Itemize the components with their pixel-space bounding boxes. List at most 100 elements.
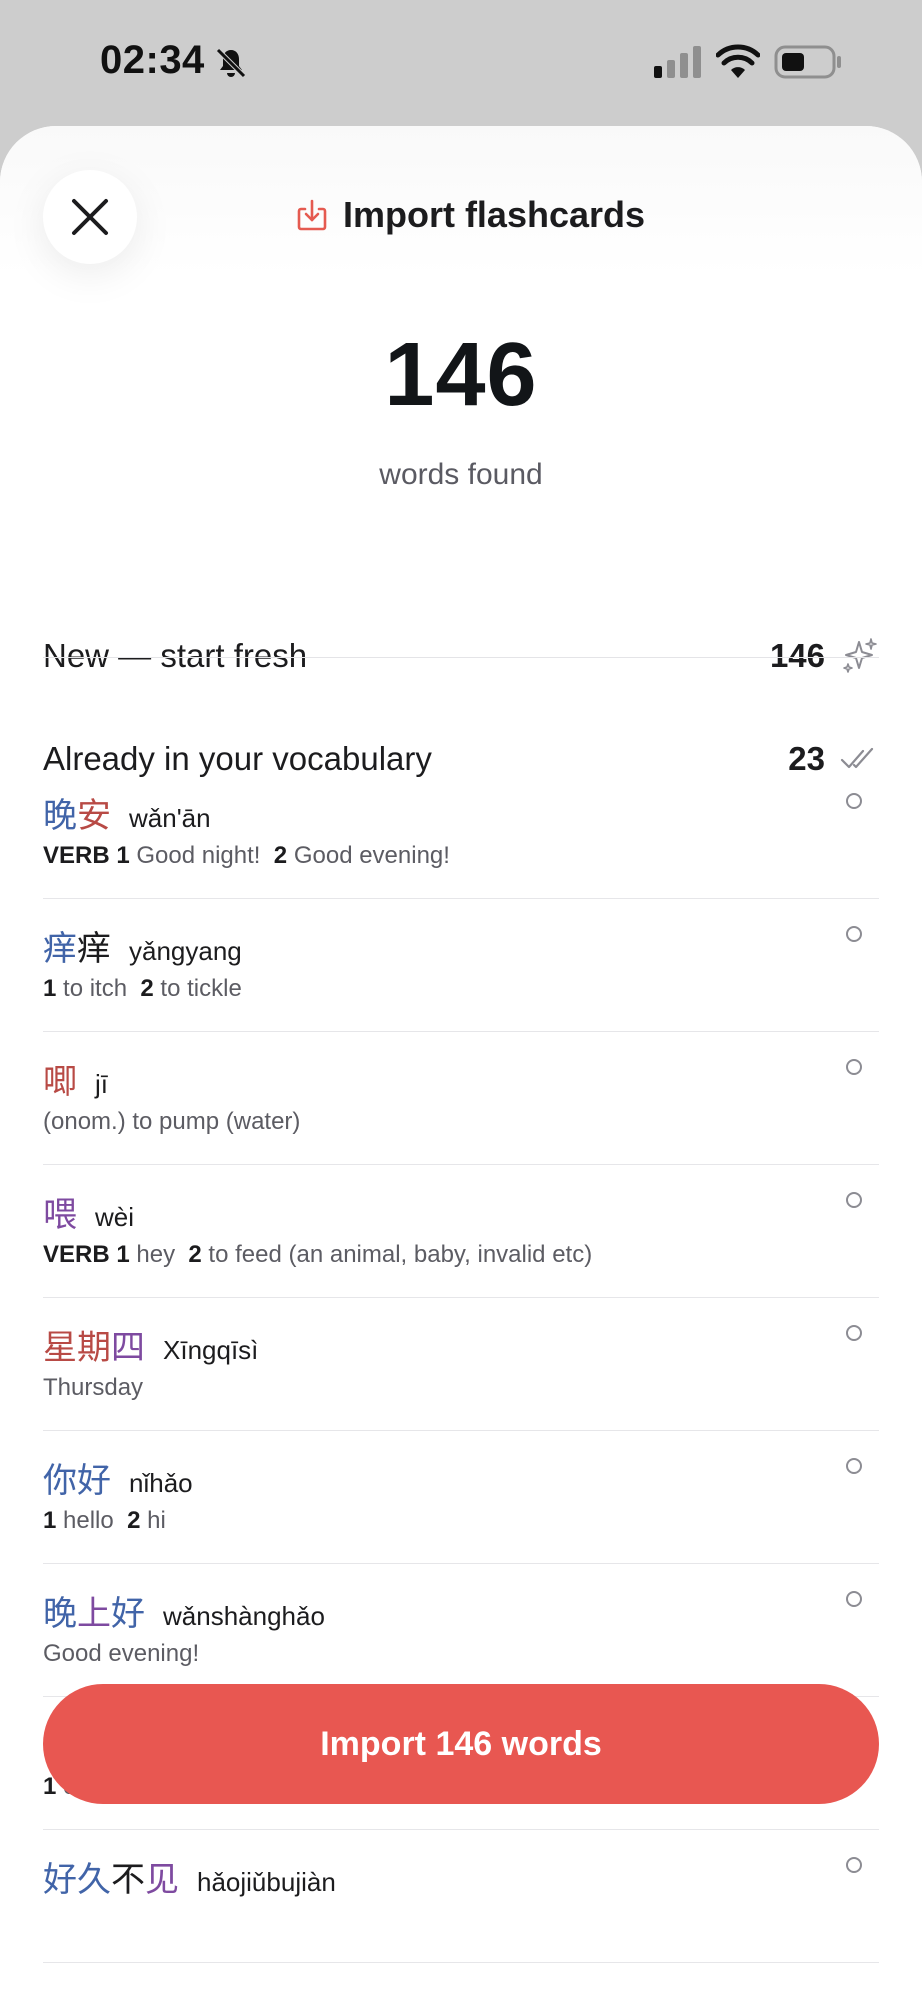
word-hanzi: 痒痒 xyxy=(43,921,111,970)
cellular-signal-icon xyxy=(654,46,701,78)
word-pinyin: wǎn'ān xyxy=(129,803,211,833)
definition-text: Good evening! xyxy=(287,842,450,869)
words-found-label: words found xyxy=(379,458,543,491)
word-definition: VERB 1 hey 2 to feed (an animal, baby, i… xyxy=(43,1241,592,1269)
hanzi-char: 四 xyxy=(111,1328,145,1368)
wifi-icon xyxy=(716,44,760,78)
word-definition: (onom.) to pump (water) xyxy=(43,1108,300,1136)
select-radio[interactable] xyxy=(846,926,862,942)
hanzi-char: 好 xyxy=(111,1594,145,1634)
battery-icon xyxy=(774,45,841,79)
word-heading: 痒痒 yǎngyang xyxy=(43,921,242,970)
definition-text: Thursday xyxy=(43,1374,144,1401)
word-definition: VERB 1 Good night! 2 Good evening! xyxy=(43,842,450,870)
hanzi-char: 晚 xyxy=(43,1594,77,1634)
definition-marker: VERB 1 xyxy=(43,842,130,869)
word-definition: Good evening! xyxy=(43,1640,199,1668)
word-hanzi: 喂 xyxy=(43,1187,77,1236)
word-list-item[interactable]: 晚安 wǎn'ān VERB 1 Good night! 2 Good evenin… xyxy=(43,766,879,899)
hanzi-char: 久 xyxy=(77,1860,111,1900)
word-list-item[interactable]: 喂 wèi VERB 1 hey 2 to feed (an animal, bab… xyxy=(43,1165,879,1298)
select-radio[interactable] xyxy=(846,1857,862,1873)
word-heading: 星期四 Xīngqīsì xyxy=(43,1320,258,1369)
word-list-item[interactable]: 唧 jī (onom.) to pump (water) xyxy=(43,1032,879,1165)
bell-slash-icon xyxy=(216,48,246,78)
hanzi-char: 好 xyxy=(77,1461,111,1501)
select-radio[interactable] xyxy=(846,1591,862,1607)
word-heading: 晚安 wǎn'ān xyxy=(43,788,211,837)
word-heading: 你好 nǐhǎo xyxy=(43,1453,193,1502)
word-definition: 1 to itch 2 to tickle xyxy=(43,975,242,1003)
hanzi-char: 唧 xyxy=(43,1062,77,1102)
word-heading: 喂 wèi xyxy=(43,1187,134,1236)
hanzi-char: 星 xyxy=(43,1328,77,1368)
page-title-text: Import flashcards xyxy=(342,194,646,235)
definition-marker: 2 xyxy=(188,1241,202,1268)
word-hanzi: 好久不见 xyxy=(43,1852,179,1901)
word-definition: Thursday xyxy=(43,1374,143,1402)
word-heading: 好久不见 hǎojiǔbujiàn xyxy=(43,1852,336,1901)
definition-text: hi xyxy=(140,1507,166,1534)
sparkles-icon xyxy=(843,638,877,673)
word-pinyin: nǐhǎo xyxy=(129,1468,193,1498)
word-pinyin: wǎnshànghǎo xyxy=(163,1601,325,1631)
word-pinyin: wèi xyxy=(95,1202,135,1232)
summary-row-new: New — start fresh 146 xyxy=(43,606,879,706)
word-pinyin: jī xyxy=(95,1069,108,1099)
word-list-item[interactable]: 晚上好 wǎnshànghǎo Good evening! xyxy=(43,1564,879,1697)
page-title: Import flashcards xyxy=(0,194,922,236)
hanzi-char: 上 xyxy=(77,1594,111,1634)
summary-divider xyxy=(43,657,879,658)
word-hanzi: 你好 xyxy=(43,1453,111,1502)
definition-text: Good evening! xyxy=(43,1640,200,1667)
definition-text: to feed (an animal, baby, invalid etc) xyxy=(201,1241,593,1268)
new-label: New — start fresh xyxy=(43,637,308,674)
definition-text: (onom.) to pump (water) xyxy=(43,1108,301,1135)
hanzi-char: 晚 xyxy=(43,796,77,836)
hanzi-char: 痒 xyxy=(77,929,111,969)
definition-marker: VERB 1 xyxy=(43,1241,130,1268)
status-time: 02:34 xyxy=(100,38,205,82)
hanzi-char: 喂 xyxy=(43,1195,77,1235)
word-heading: 晚上好 wǎnshànghǎo xyxy=(43,1586,325,1635)
definition-marker: 2 xyxy=(273,842,288,869)
hanzi-char: 不 xyxy=(111,1860,145,1900)
import-icon xyxy=(297,199,327,231)
definition-text: hey xyxy=(129,1241,189,1268)
word-list-item[interactable]: 你好 nǐhǎo 1 hello 2 hi xyxy=(43,1431,879,1564)
select-radio[interactable] xyxy=(846,793,862,809)
new-count: 146 xyxy=(769,637,825,674)
select-radio[interactable] xyxy=(846,1458,862,1474)
word-hanzi: 晚安 xyxy=(43,788,111,837)
select-radio[interactable] xyxy=(846,1059,862,1075)
word-list-item[interactable]: 星期四 Xīngqīsì Thursday xyxy=(43,1298,879,1431)
hanzi-char: 期 xyxy=(77,1328,111,1368)
word-definition: 1 hello 2 hi xyxy=(43,1507,166,1535)
select-radio[interactable] xyxy=(846,1325,862,1341)
definition-text: to tickle xyxy=(153,975,242,1002)
hanzi-char: 好 xyxy=(43,1860,77,1900)
word-hanzi: 唧 xyxy=(43,1054,77,1103)
word-pinyin: Xīngqīsì xyxy=(163,1335,259,1365)
hanzi-char: 你 xyxy=(43,1461,77,1501)
word-hanzi: 晚上好 xyxy=(43,1586,145,1635)
word-heading: 唧 jī xyxy=(43,1054,108,1103)
definition-marker: 2 xyxy=(127,1507,141,1534)
definition-marker: 1 xyxy=(43,975,57,1002)
hanzi-char: 见 xyxy=(145,1860,179,1900)
definition-text: to itch xyxy=(56,975,141,1002)
definition-text: hello xyxy=(56,1507,128,1534)
words-found-count: 146 xyxy=(384,325,538,425)
word-list-item[interactable]: 好久不见 hǎojiǔbujiàn xyxy=(43,1830,879,1963)
select-radio[interactable] xyxy=(846,1192,862,1208)
word-list-item[interactable]: 痒痒 yǎngyang 1 to itch 2 to tickle xyxy=(43,899,879,1032)
word-pinyin: yǎngyang xyxy=(129,936,242,966)
hanzi-char: 痒 xyxy=(43,929,77,969)
definition-marker: 1 xyxy=(43,1507,57,1534)
definition-text: Good night! xyxy=(129,842,274,869)
import-button[interactable]: Import 146 words xyxy=(43,1684,879,1804)
status-bar: 02:34 xyxy=(0,0,922,125)
hanzi-char: 安 xyxy=(77,796,111,836)
word-hanzi: 星期四 xyxy=(43,1320,145,1369)
word-pinyin: hǎojiǔbujiàn xyxy=(197,1867,336,1897)
